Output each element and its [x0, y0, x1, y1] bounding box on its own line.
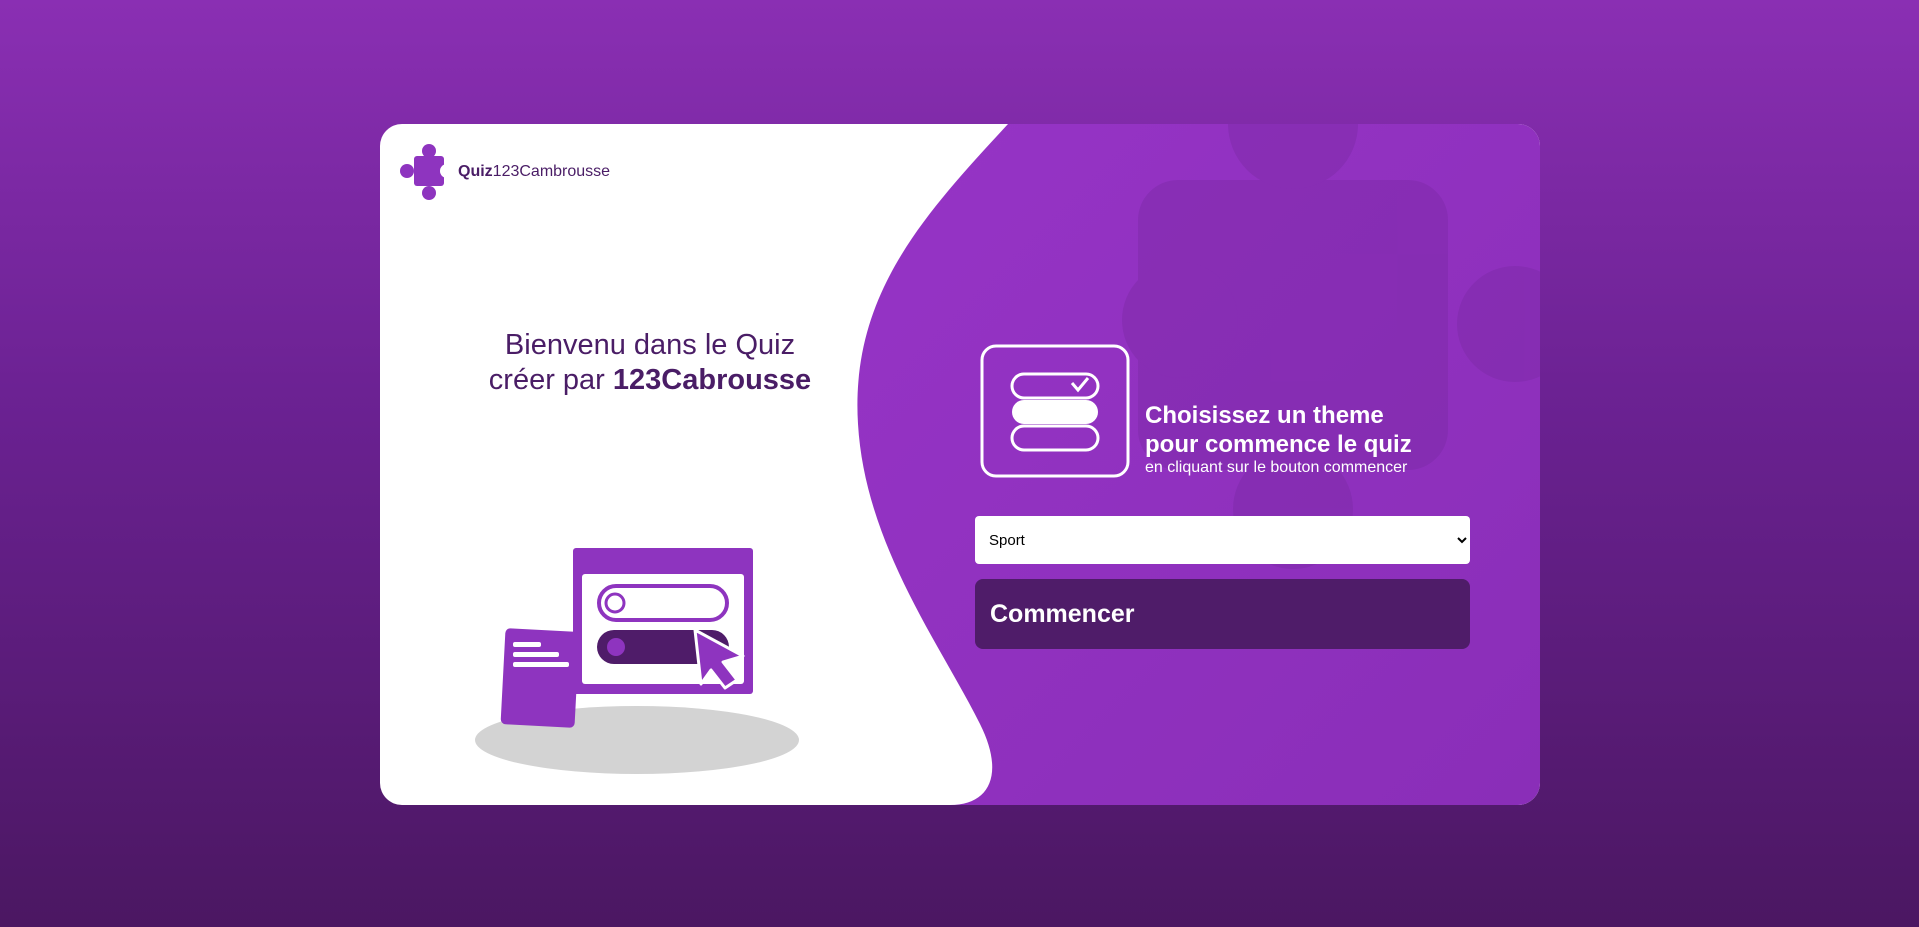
app-logo: Quiz123Cambrousse: [400, 144, 610, 200]
quiz-illustration: [475, 548, 799, 774]
welcome-line2-bold: 123Cabrousse: [612, 364, 812, 396]
theme-title-line2: pour commence le quiz: [1145, 431, 1412, 458]
logo-rest: 123Cambrousse: [492, 163, 611, 180]
theme-select-wrapper: Sport: [975, 516, 1470, 564]
theme-title-line1: Choisissez un theme: [1145, 402, 1384, 429]
logo-text: Quiz123Cambrousse: [458, 163, 610, 181]
theme-select[interactable]: Sport: [975, 516, 1470, 564]
list-checked-icon: [980, 344, 1130, 478]
theme-subtitle: en cliquant sur le bouton commencer: [1145, 459, 1408, 476]
logo-bold: Quiz: [458, 163, 493, 180]
welcome-line1: Bienvenu dans le Quiz: [504, 329, 796, 361]
welcome-line2-prefix: créer par: [488, 364, 613, 396]
theme-instructions: Choisissez un theme pour commence le qui…: [1145, 401, 1412, 477]
quiz-card: Quiz123Cambrousse Bienvenu dans le Quiz …: [380, 124, 1540, 805]
welcome-heading: Bienvenu dans le Quiz créer par 123Cabro…: [430, 328, 870, 398]
welcome-line2: créer par 123Cabrousse: [430, 363, 870, 398]
puzzle-piece-icon: [400, 144, 452, 200]
start-button[interactable]: Commencer: [975, 579, 1470, 649]
